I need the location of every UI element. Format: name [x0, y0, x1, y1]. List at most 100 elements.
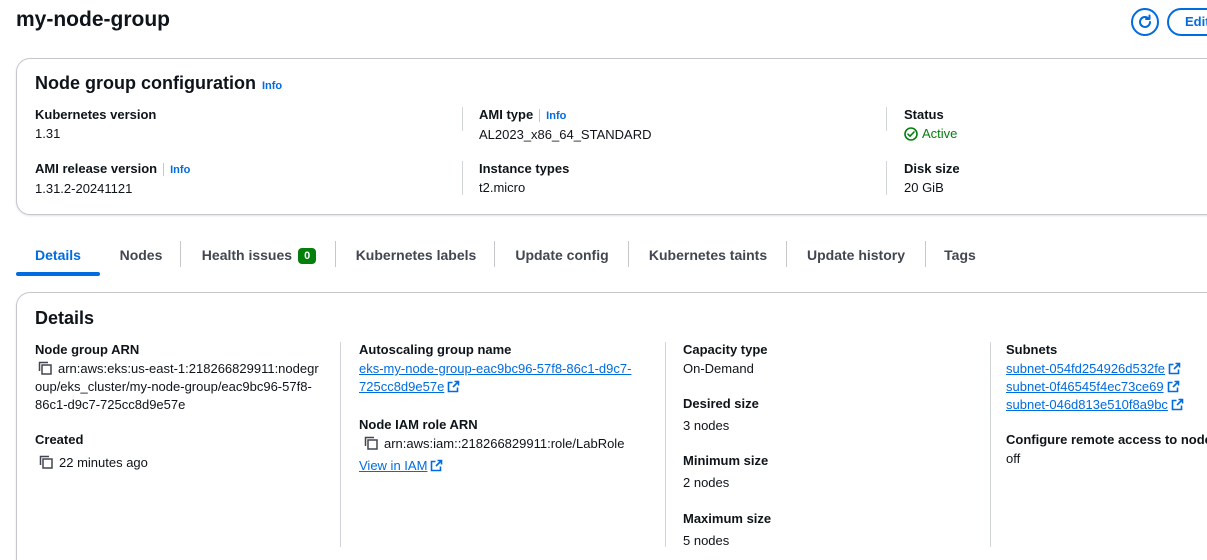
ami-release-version-label-row: AMI release version Info [35, 161, 190, 178]
status: Status Active [904, 107, 957, 143]
autoscaling-group-link[interactable]: eks-my-node-group-eac9bc96-57f8-86c1-d9c… [359, 360, 659, 396]
status-badge: Active [904, 125, 957, 143]
created-value-row: 22 minutes ago [35, 454, 148, 472]
remote-access-value: off [1006, 451, 1021, 466]
tab-tags[interactable]: Tags [936, 236, 984, 274]
desired-size: Desired size 3 nodes [683, 396, 759, 435]
tab-separator [628, 241, 629, 267]
tab-kubernetes-labels[interactable]: Kubernetes labels [346, 236, 486, 274]
info-separator [163, 163, 165, 177]
autoscaling-group: Autoscaling group name eks-my-node-group… [359, 342, 659, 396]
kubernetes-version-value: 1.31 [35, 126, 61, 141]
external-link-icon [1171, 398, 1184, 411]
config-title-row: Node group configuration Info [35, 73, 282, 94]
node-group-arn-line1: arn:aws:eks:us-east-1:218266829911:nodeg… [58, 361, 319, 376]
tab-separator [925, 241, 926, 267]
maximum-size: Maximum size 5 nodes [683, 511, 771, 550]
kubernetes-version-label: Kubernetes version [35, 107, 157, 122]
tab-separator [786, 241, 787, 267]
column-divider [990, 342, 991, 547]
details-panel: Details Node group ARN arn:aws:eks:us-ea… [16, 292, 1207, 560]
node-group-arn-line3: 86c1-d9c7-725cc8d9e57e [35, 397, 186, 412]
column-divider [665, 342, 666, 547]
config-info-link[interactable]: Info [262, 80, 282, 92]
column-divider [462, 107, 463, 131]
ami-release-version-value: 1.31.2-20241121 [35, 181, 133, 196]
node-group-arn: Node group ARN arn:aws:eks:us-east-1:218… [35, 342, 325, 414]
capacity-type-value: On-Demand [683, 361, 754, 376]
ami-release-version-label: AMI release version [35, 161, 158, 176]
minimum-size-value: 2 nodes [683, 475, 730, 490]
node-iam-role-value-row: arn:aws:iam::218266829911:role/LabRole [359, 435, 659, 453]
created: Created 22 minutes ago [35, 432, 148, 472]
external-link-icon [448, 380, 460, 393]
remote-access: Configure remote access to nodes off [1006, 432, 1207, 468]
minimum-size-label: Minimum size [683, 453, 769, 468]
ami-type: AMI type Info AL2023_x86_64_STANDARD [479, 107, 651, 144]
autoscaling-group-label: Autoscaling group name [359, 342, 512, 357]
tab-details[interactable]: Details [16, 236, 100, 274]
desired-size-label: Desired size [683, 396, 759, 411]
minimum-size: Minimum size 2 nodes [683, 453, 768, 492]
tab-bar: Details Nodes Health issues 0 Kubernetes … [16, 236, 1207, 276]
ami-type-value: AL2023_x86_64_STANDARD [479, 127, 652, 142]
node-group-arn-value: arn:aws:eks:us-east-1:218266829911:nodeg… [35, 360, 325, 414]
instance-types-value: t2.micro [479, 180, 526, 195]
node-iam-role-label: Node IAM role ARN [359, 417, 478, 432]
maximum-size-value: 5 nodes [683, 533, 730, 548]
copy-icon[interactable] [39, 455, 53, 469]
tab-health-issues-label: Health issues [201, 247, 293, 263]
ami-release-info-link[interactable]: Info [170, 164, 190, 176]
tab-kubernetes-taints[interactable]: Kubernetes taints [638, 236, 778, 274]
capacity-type-label: Capacity type [683, 342, 768, 357]
subnet-item: subnet-0f46545f4ec73ce69 [1006, 378, 1207, 396]
subnet-link[interactable]: subnet-046d813e510f8a9bc [1006, 397, 1168, 412]
subnet-item: subnet-046d813e510f8a9bc [1006, 396, 1207, 414]
active-tab-indicator [16, 272, 100, 276]
refresh-button[interactable] [1131, 8, 1159, 36]
column-divider [886, 161, 887, 195]
node-group-arn-label: Node group ARN [35, 342, 140, 357]
disk-size: Disk size 20 GiB [904, 161, 960, 197]
subnet-list: subnet-054fd254926d532fe subnet-0f46545f… [1006, 360, 1207, 414]
tab-nodes[interactable]: Nodes [108, 236, 174, 274]
edit-button[interactable]: Edit [1167, 8, 1207, 36]
capacity-type: Capacity type On-Demand [683, 342, 768, 378]
copy-icon[interactable] [38, 361, 52, 375]
ami-release-version: AMI release version Info 1.31.2-20241121 [35, 161, 190, 198]
ami-type-info-link[interactable]: Info [546, 110, 566, 122]
autoscaling-group-link-line1[interactable]: eks-my-node-group-eac9bc96-57f8-86c1-d9c… [359, 361, 631, 376]
tab-health-issues[interactable]: Health issues 0 [192, 236, 326, 274]
subnet-item: subnet-054fd254926d532fe [1006, 360, 1207, 378]
info-separator [539, 109, 541, 123]
subnets-label: Subnets [1006, 342, 1058, 357]
tab-separator [180, 241, 181, 267]
node-group-configuration-panel: Node group configuration Info Kubernetes … [16, 58, 1207, 215]
subnet-link[interactable]: subnet-054fd254926d532fe [1006, 361, 1165, 376]
disk-size-label: Disk size [904, 161, 960, 176]
external-link-icon [1167, 380, 1179, 393]
view-in-iam-row: View in IAM [359, 457, 659, 475]
external-link-icon [1168, 362, 1181, 375]
tab-update-config[interactable]: Update config [504, 236, 620, 274]
tab-update-history[interactable]: Update history [796, 236, 916, 274]
details-title: Details [35, 308, 95, 328]
status-label: Status [904, 107, 944, 122]
copy-icon[interactable] [364, 436, 378, 450]
column-divider [462, 161, 463, 195]
created-value: 22 minutes ago [59, 455, 148, 470]
tab-separator [335, 241, 336, 267]
autoscaling-group-link-line2[interactable]: 725cc8d9e57e [359, 379, 444, 394]
node-iam-role-value: arn:aws:iam::218266829911:role/LabRole [384, 436, 625, 451]
view-in-iam-link[interactable]: View in IAM [359, 458, 427, 473]
node-group-arn-line2: oup/eks_cluster/my-node-group/eac9bc96-5… [35, 379, 312, 394]
subnet-link[interactable]: subnet-0f46545f4ec73ce69 [1006, 379, 1164, 394]
refresh-icon [1139, 14, 1151, 28]
remote-access-label: Configure remote access to nodes [1006, 432, 1207, 447]
check-circle-icon [904, 127, 918, 141]
disk-size-value: 20 GiB [904, 180, 944, 195]
health-issues-count-badge: 0 [298, 248, 317, 264]
desired-size-value: 3 nodes [683, 418, 730, 433]
external-link-icon [431, 459, 443, 472]
ami-type-label: AMI type [479, 107, 534, 122]
